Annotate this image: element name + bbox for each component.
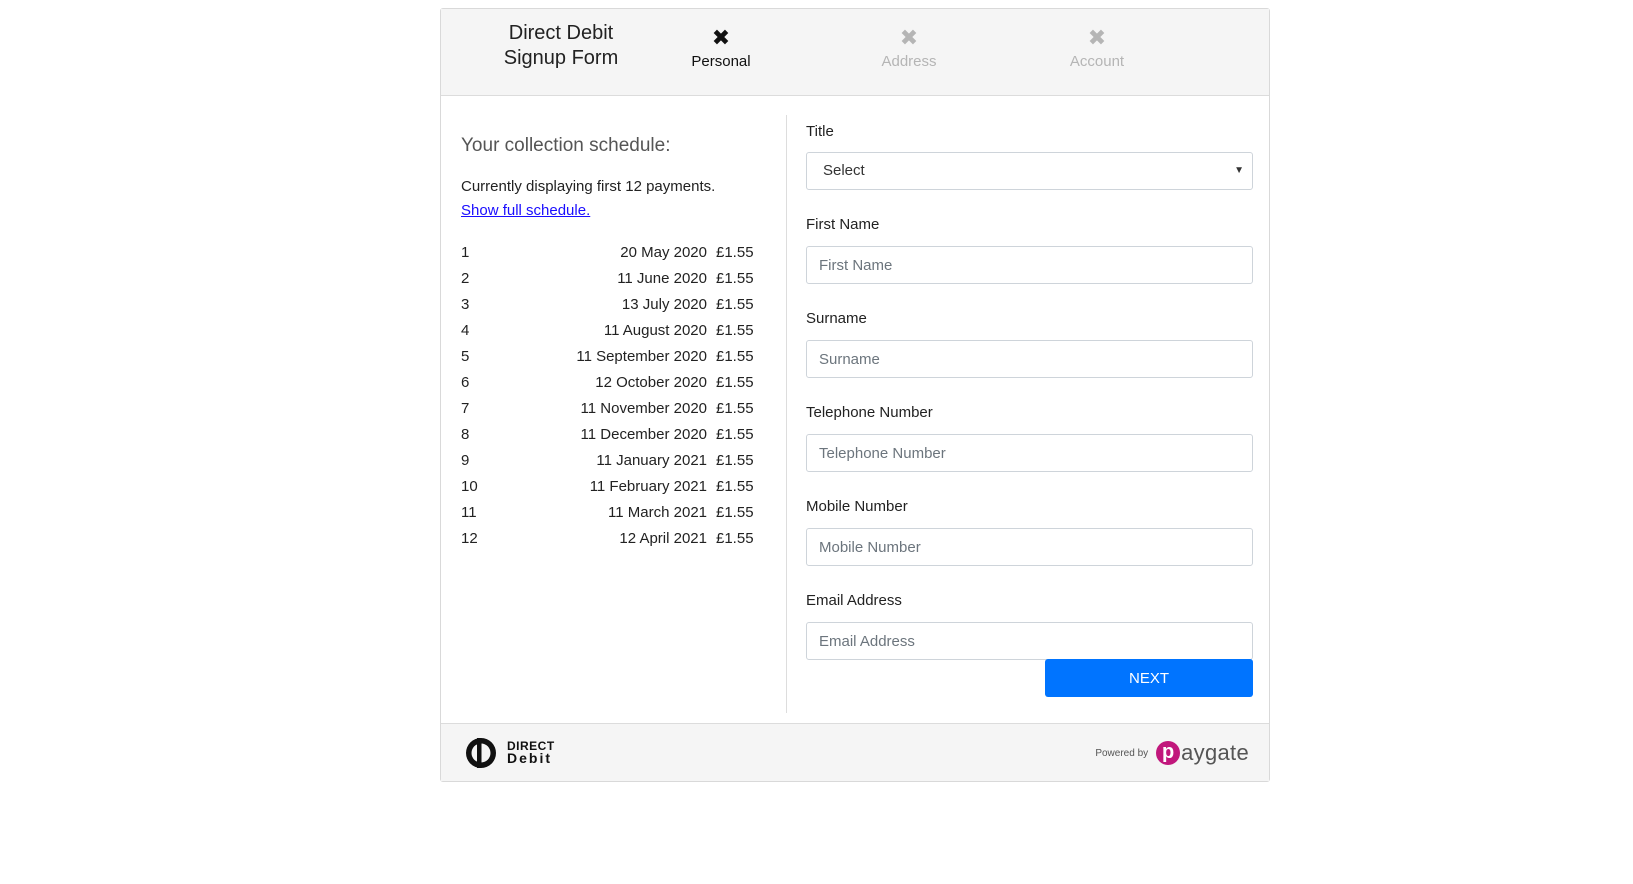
step-label: Personal [691,53,751,70]
first-name-input[interactable] [806,246,1253,284]
title-select[interactable]: Select ▼ [806,152,1253,190]
card-footer: DIRECT Debit Powered by p aygate [441,723,1269,781]
schedule-num: 5 [461,347,470,365]
schedule-num: 7 [461,399,470,417]
title-label: Title [806,123,834,140]
direct-debit-mark-icon [466,738,496,768]
schedule-note: Currently displaying first 12 payments. [461,178,716,195]
schedule-num: 8 [461,425,470,443]
schedule-row: 2 11 June 2020 £1.55 [461,265,761,291]
signup-card: Direct Debit Signup Form ✖ Personal ✖ Ad… [440,8,1270,782]
schedule-date: 20 May 2020 [620,243,707,261]
card-header: Direct Debit Signup Form ✖ Personal ✖ Ad… [441,9,1269,96]
schedule-date: 12 April 2021 [619,529,707,547]
schedule-row: 8 11 December 2020 £1.55 [461,421,761,447]
schedule-date: 11 March 2021 [608,503,707,521]
schedule-num: 6 [461,373,470,391]
mobile-field: Mobile Number [806,496,1253,566]
schedule-amount: £1.55 [716,347,754,365]
schedule-row: 7 11 November 2020 £1.55 [461,395,761,421]
email-field: Email Address [806,590,1253,660]
title-select-value: Select [823,162,865,179]
dd-wordmark-line2: Debit [507,750,552,766]
step-personal[interactable]: ✖ Personal [661,25,781,70]
title-field: Title Select ▼ [806,121,1253,190]
schedule-amount: £1.55 [716,243,754,261]
collection-schedule: Your collection schedule: Currently disp… [461,109,771,699]
schedule-date: 12 October 2020 [595,373,707,391]
schedule-date: 11 September 2020 [576,347,707,365]
schedule-row: 3 13 July 2020 £1.55 [461,291,761,317]
schedule-date: 11 February 2021 [589,477,707,495]
schedule-date: 13 July 2020 [621,295,707,313]
column-divider [786,115,787,713]
schedule-num: 11 [461,503,477,521]
form-title: Direct Debit Signup Form [481,21,641,71]
direct-debit-logo: DIRECT Debit [461,736,554,770]
schedule-row: 9 11 January 2021 £1.55 [461,447,761,473]
step-cross-icon: ✖ [1087,25,1107,50]
schedule-date: 11 November 2020 [580,399,707,417]
schedule-date: 11 January 2021 [596,451,707,469]
schedule-num: 1 [461,243,470,261]
schedule-row: 5 11 September 2020 £1.55 [461,343,761,369]
schedule-amount: £1.55 [716,451,754,469]
schedule-num: 4 [461,321,470,339]
direct-debit-wordmark: DIRECT Debit [507,740,555,766]
personal-details-form: Title Select ▼ First Name Surname Teleph… [806,121,1253,711]
dropdown-arrow-icon: ▼ [1234,165,1244,176]
schedule-heading: Your collection schedule: [461,135,671,156]
schedule-amount: £1.55 [716,321,754,339]
step-account[interactable]: ✖ Account [1037,25,1157,70]
form-title-line2: Signup Form [503,47,619,69]
schedule-amount: £1.55 [716,269,754,287]
schedule-row: 12 12 April 2021 £1.55 [461,525,761,551]
step-label: Address [881,53,937,70]
schedule-amount: £1.55 [716,503,754,521]
telephone-label: Telephone Number [806,404,933,421]
schedule-row: 6 12 October 2020 £1.55 [461,369,761,395]
telephone-field: Telephone Number [806,402,1253,472]
schedule-num: 12 [461,529,478,547]
schedule-row: 10 11 February 2021 £1.55 [461,473,761,499]
telephone-input[interactable] [806,434,1253,472]
powered-by-paygate: Powered by p aygate [1095,736,1249,770]
schedule-num: 2 [461,269,470,287]
first-name-label: First Name [806,216,880,233]
schedule-date: 11 December 2020 [580,425,707,443]
schedule-num: 9 [461,451,470,469]
schedule-amount: £1.55 [716,295,754,313]
show-full-schedule-link[interactable]: Show full schedule. [461,199,590,223]
form-title-line1: Direct Debit [508,22,614,44]
schedule-num: 3 [461,295,470,313]
schedule-num: 10 [461,477,478,495]
schedule-amount: £1.55 [716,399,754,417]
schedule-row: 11 11 March 2021 £1.55 [461,499,761,525]
step-address[interactable]: ✖ Address [849,25,969,70]
schedule-date: 11 August 2020 [603,321,707,339]
step-cross-icon: ✖ [899,25,919,50]
next-button[interactable]: NEXT [1045,659,1253,697]
email-input[interactable] [806,622,1253,660]
surname-input[interactable] [806,340,1253,378]
schedule-amount: £1.55 [716,425,754,443]
paygate-wordmark: aygate [1181,740,1249,765]
schedule-table: 1 20 May 2020 £1.55 2 11 June 2020 £1.55 3 13 J… [461,239,761,551]
step-label: Account [1069,53,1125,70]
schedule-date: 11 June 2020 [617,269,707,287]
email-label: Email Address [806,592,902,609]
schedule-amount: £1.55 [716,373,754,391]
paygate-logo-icon: p [1156,741,1181,765]
schedule-amount: £1.55 [716,529,754,547]
surname-label: Surname [806,310,867,327]
schedule-amount: £1.55 [716,477,754,495]
mobile-input[interactable] [806,528,1253,566]
schedule-row: 4 11 August 2020 £1.55 [461,317,761,343]
surname-field: Surname [806,308,1253,378]
mobile-label: Mobile Number [806,498,908,515]
powered-by-text: Powered by [1095,747,1149,759]
step-cross-icon: ✖ [711,25,731,50]
first-name-field: First Name [806,214,1253,284]
schedule-row: 1 20 May 2020 £1.55 [461,239,761,265]
